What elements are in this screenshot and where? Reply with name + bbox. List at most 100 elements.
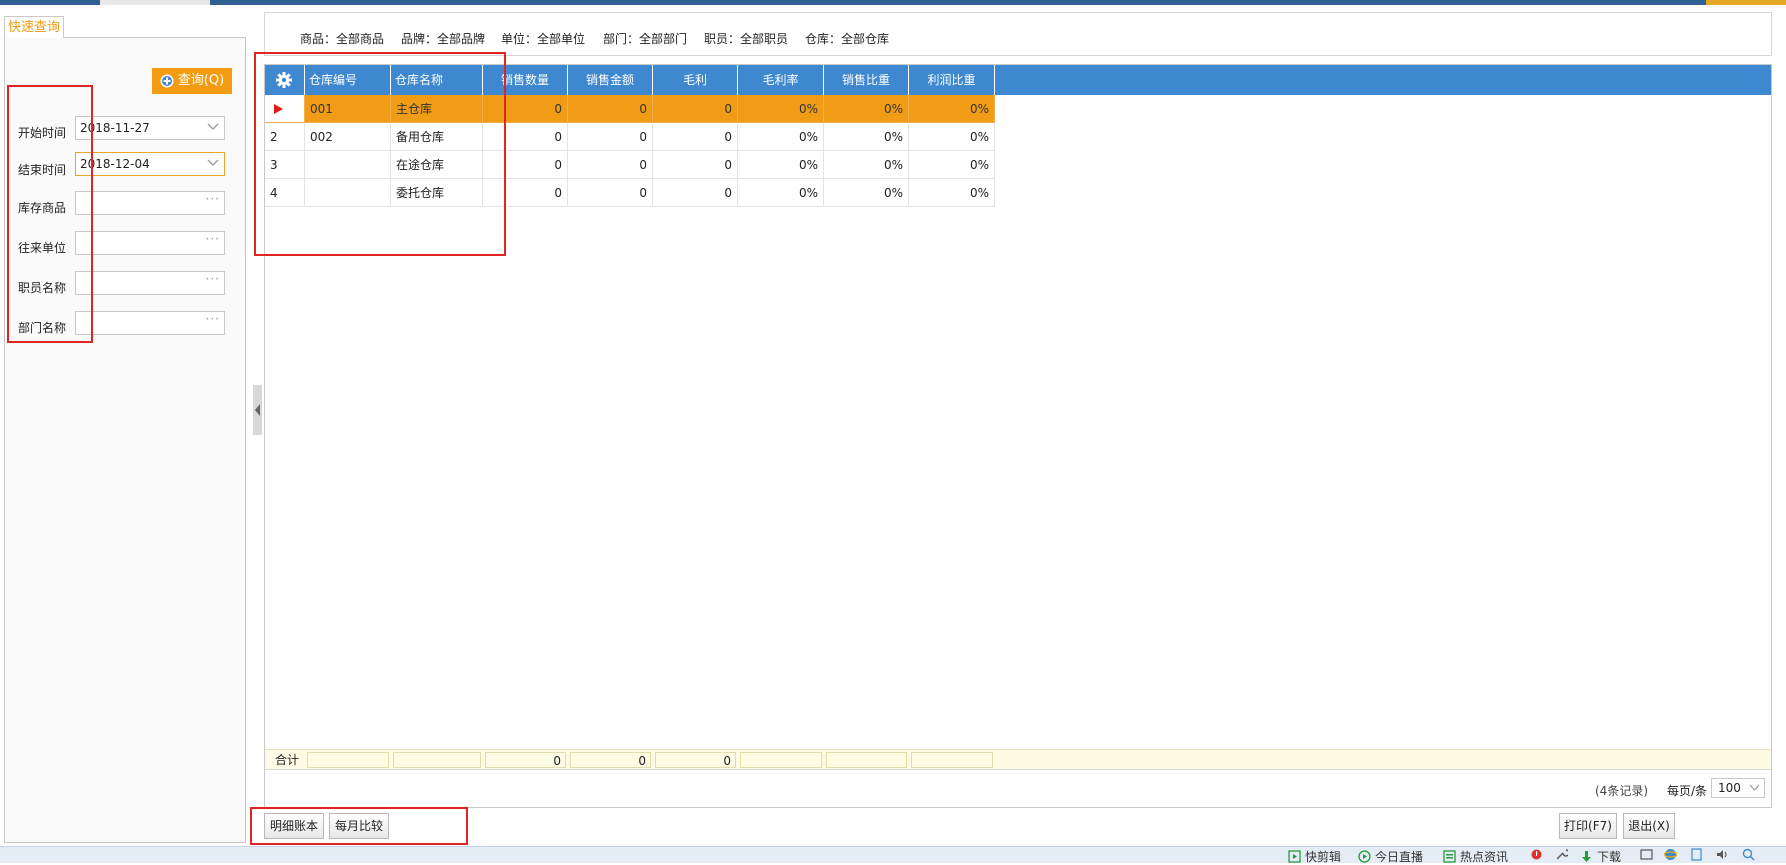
column-header-gross-profit[interactable]: 毛利 <box>653 65 738 95</box>
tray-item-tools[interactable] <box>1555 848 1568 861</box>
table-row[interactable]: 2 002 备用仓库 0 0 0 0% 0% 0% <box>265 123 1002 151</box>
monthly-compare-button[interactable]: 每月比较 <box>329 813 389 839</box>
cell-warehouse-name[interactable]: 主仓库 <box>391 95 483 123</box>
top-strip-segment <box>100 0 210 5</box>
query-button[interactable]: 查询(Q) <box>152 68 232 94</box>
window-icon <box>1640 849 1653 860</box>
tray-item-video[interactable]: 快剪辑 <box>1288 848 1341 865</box>
staff-name-input[interactable]: ··· <box>75 271 225 295</box>
grid-settings-cell[interactable] <box>265 65 305 95</box>
news-icon <box>1443 850 1456 863</box>
cell-warehouse-code[interactable] <box>305 151 391 179</box>
tray-item-live[interactable]: 今日直播 <box>1358 848 1423 865</box>
cell-sales-share[interactable]: 0% <box>824 179 909 207</box>
end-time-label: 结束时间 <box>18 163 67 177</box>
chevron-down-icon[interactable] <box>207 120 219 132</box>
tab-quick-query[interactable]: 快速查询 <box>4 16 64 38</box>
per-page-select[interactable]: 100 <box>1711 778 1765 798</box>
cell-sales-amount[interactable]: 0 <box>568 95 653 123</box>
column-header-sales-share[interactable]: 销售比重 <box>824 65 909 95</box>
alert-icon <box>1531 849 1542 860</box>
column-header-warehouse-code[interactable]: 仓库编号 <box>305 65 391 95</box>
department-name-input[interactable]: ··· <box>75 311 225 335</box>
tray-item-download[interactable]: 下载 <box>1580 848 1621 865</box>
cell-profit-share[interactable]: 0% <box>909 151 995 179</box>
tray-item-news[interactable]: 热点资讯 <box>1443 848 1508 865</box>
cell-warehouse-code[interactable]: 002 <box>305 123 391 151</box>
cell-gross-profit[interactable]: 0 <box>653 95 738 123</box>
column-header-sales-amount[interactable]: 销售金额 <box>568 65 653 95</box>
tray-item-window[interactable] <box>1640 848 1653 861</box>
cell-gross-profit[interactable]: 0 <box>653 151 738 179</box>
download-icon <box>1582 851 1591 862</box>
column-header-gross-margin[interactable]: 毛利率 <box>738 65 824 95</box>
cell-sales-share[interactable]: 0% <box>824 123 909 151</box>
cell-sales-qty[interactable]: 0 <box>483 123 568 151</box>
cell-warehouse-name[interactable]: 备用仓库 <box>391 123 483 151</box>
cell-sales-qty[interactable]: 0 <box>483 95 568 123</box>
detail-ledger-button[interactable]: 明细账本 <box>264 813 324 839</box>
chevron-down-icon[interactable] <box>1749 782 1760 793</box>
table-row[interactable]: 001 主仓库 0 0 0 0% 0% 0% <box>265 95 1002 123</box>
summary-cell <box>826 752 907 768</box>
cell-sales-qty[interactable]: 0 <box>483 151 568 179</box>
tray-label: 下载 <box>1597 850 1622 864</box>
tray-item-search[interactable] <box>1742 848 1755 861</box>
top-strip <box>0 0 1786 5</box>
summary-cell <box>393 752 481 768</box>
cell-sales-amount[interactable]: 0 <box>568 179 653 207</box>
cell-gross-margin[interactable]: 0% <box>738 179 824 207</box>
cell-gross-profit[interactable]: 0 <box>653 123 738 151</box>
table-row[interactable]: 3 在途仓库 0 0 0 0% 0% 0% <box>265 151 1002 179</box>
table-row[interactable]: 4 委托仓库 0 0 0 0% 0% 0% <box>265 179 1002 207</box>
cell-sales-amount[interactable]: 0 <box>568 123 653 151</box>
tray-item-browser[interactable] <box>1664 848 1677 861</box>
top-strip-segment <box>0 0 100 5</box>
cell-profit-share[interactable]: 0% <box>909 179 995 207</box>
filter-staff: 职员：全部职员 <box>704 32 789 46</box>
gear-icon[interactable] <box>275 71 293 89</box>
cell-warehouse-code[interactable]: 001 <box>305 95 391 123</box>
tray-label: 热点资讯 <box>1460 850 1509 864</box>
more-icon[interactable]: ··· <box>206 308 220 330</box>
cell-gross-margin[interactable]: 0% <box>738 95 824 123</box>
summary-row: 合计 0 0 0 <box>265 749 1771 770</box>
more-icon[interactable]: ··· <box>206 188 220 210</box>
filter-warehouse: 仓库：全部仓库 <box>805 32 890 46</box>
chevron-down-icon[interactable] <box>207 156 219 168</box>
column-header-profit-share[interactable]: 利润比重 <box>909 65 995 95</box>
cell-profit-share[interactable]: 0% <box>909 123 995 151</box>
search-icon <box>1742 848 1755 861</box>
start-time-value: 2018-11-27 <box>80 121 150 135</box>
cell-profit-share[interactable]: 0% <box>909 95 995 123</box>
column-header-sales-qty[interactable]: 销售数量 <box>483 65 568 95</box>
cell-gross-margin[interactable]: 0% <box>738 123 824 151</box>
cell-warehouse-code[interactable] <box>305 179 391 207</box>
tray-item-alert[interactable] <box>1530 848 1543 861</box>
more-icon[interactable]: ··· <box>206 228 220 250</box>
stock-goods-input[interactable]: ··· <box>75 191 225 215</box>
start-time-input[interactable]: 2018-11-27 <box>75 116 225 140</box>
cell-sales-share[interactable]: 0% <box>824 151 909 179</box>
cell-warehouse-name[interactable]: 委托仓库 <box>391 179 483 207</box>
quick-query-panel: 快速查询 查询(Q) 开始时间 2018-11-27 结束时间 2018-12-… <box>4 16 246 843</box>
cell-sales-share[interactable]: 0% <box>824 95 909 123</box>
end-time-input[interactable]: 2018-12-04 <box>75 152 225 176</box>
status-bar: 快剪辑 今日直播 热点资讯 下载 <box>0 846 1786 865</box>
panel-collapse-handle[interactable] <box>253 385 262 435</box>
row-index-cell: 4 <box>265 179 305 207</box>
cell-gross-profit[interactable]: 0 <box>653 179 738 207</box>
cell-sales-amount[interactable]: 0 <box>568 151 653 179</box>
cell-gross-margin[interactable]: 0% <box>738 151 824 179</box>
print-button[interactable]: 打印(F7) <box>1559 813 1617 839</box>
tray-item-volume[interactable] <box>1716 848 1729 861</box>
exit-button[interactable]: 退出(X) <box>1623 813 1675 839</box>
more-icon[interactable]: ··· <box>206 268 220 290</box>
filter-brand: 品牌：全部品牌 <box>401 32 486 46</box>
tray-item-screen[interactable] <box>1690 848 1703 861</box>
contact-unit-input[interactable]: ··· <box>75 231 225 255</box>
column-header-warehouse-name[interactable]: 仓库名称 <box>391 65 483 95</box>
cell-warehouse-name[interactable]: 在途仓库 <box>391 151 483 179</box>
query-button-label: 查询(Q) <box>177 73 225 88</box>
cell-sales-qty[interactable]: 0 <box>483 179 568 207</box>
